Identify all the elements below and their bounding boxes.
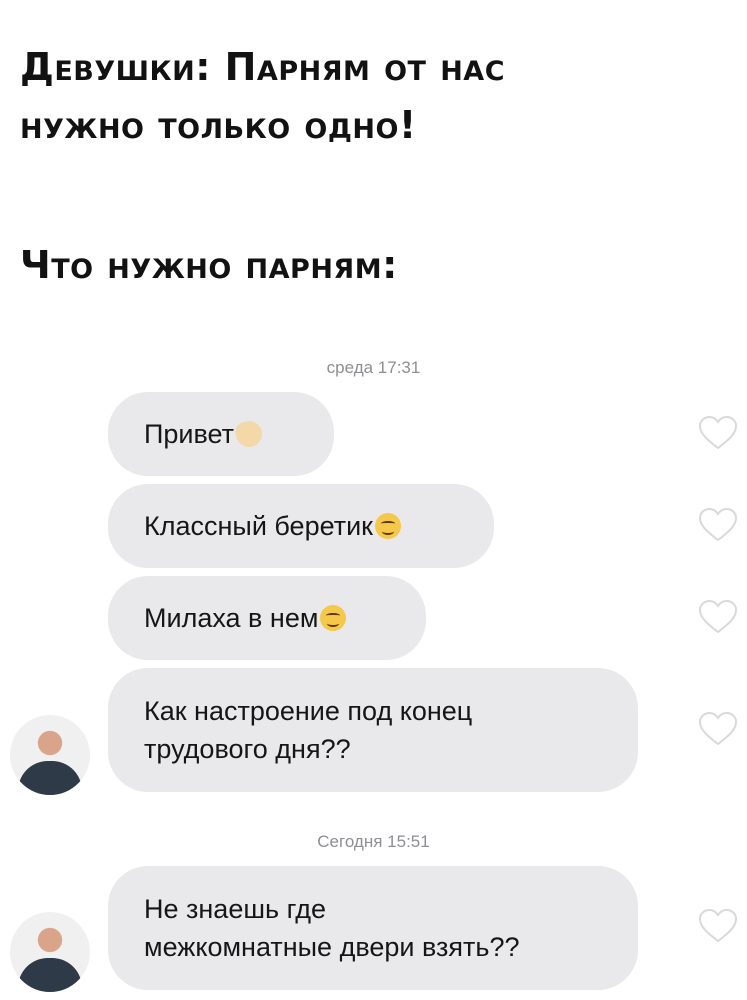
waving-hand-icon <box>233 418 265 450</box>
message-text-2: Классный беретик <box>144 511 373 541</box>
timestamp-wednesday: среда 17:31 <box>326 358 421 377</box>
hugging-face-icon <box>320 605 347 631</box>
caption-guys: Что нужно парням: <box>20 243 398 287</box>
message-bubble-1[interactable]: Привет <box>108 392 334 476</box>
chat-screenshot: среда 17:31 Привет Классный беретик Мила… <box>0 322 747 1000</box>
heart-icon-3[interactable] <box>698 599 738 635</box>
heart-icon-2[interactable] <box>698 507 738 543</box>
message-text-3: Милаха в нем <box>144 603 319 633</box>
message-bubble-5[interactable]: Не знаешь где межкомнатные двери взять?? <box>108 866 638 990</box>
message-text-1: Привет <box>144 419 235 449</box>
message-bubble-2[interactable]: Классный беретик <box>108 484 494 568</box>
message-bubble-3[interactable]: Милаха в нем <box>108 576 426 660</box>
heart-icon-5[interactable] <box>698 908 738 944</box>
message-text-5: Не знаешь где межкомнатные двери взять?? <box>144 894 520 962</box>
avatar-2[interactable] <box>10 912 90 992</box>
message-text-4: Как настроение под конец трудового дня?? <box>144 696 473 764</box>
heart-icon-4[interactable] <box>698 711 738 747</box>
caption-girls: Девушки: Парням от нас нужно только одно… <box>20 45 506 147</box>
timestamp-today: Сегодня 15:51 <box>317 832 430 851</box>
avatar-1[interactable] <box>10 715 90 795</box>
smirking-face-icon <box>374 513 401 539</box>
message-bubble-4[interactable]: Как настроение под конец трудового дня?? <box>108 668 638 792</box>
heart-icon-1[interactable] <box>698 415 738 451</box>
